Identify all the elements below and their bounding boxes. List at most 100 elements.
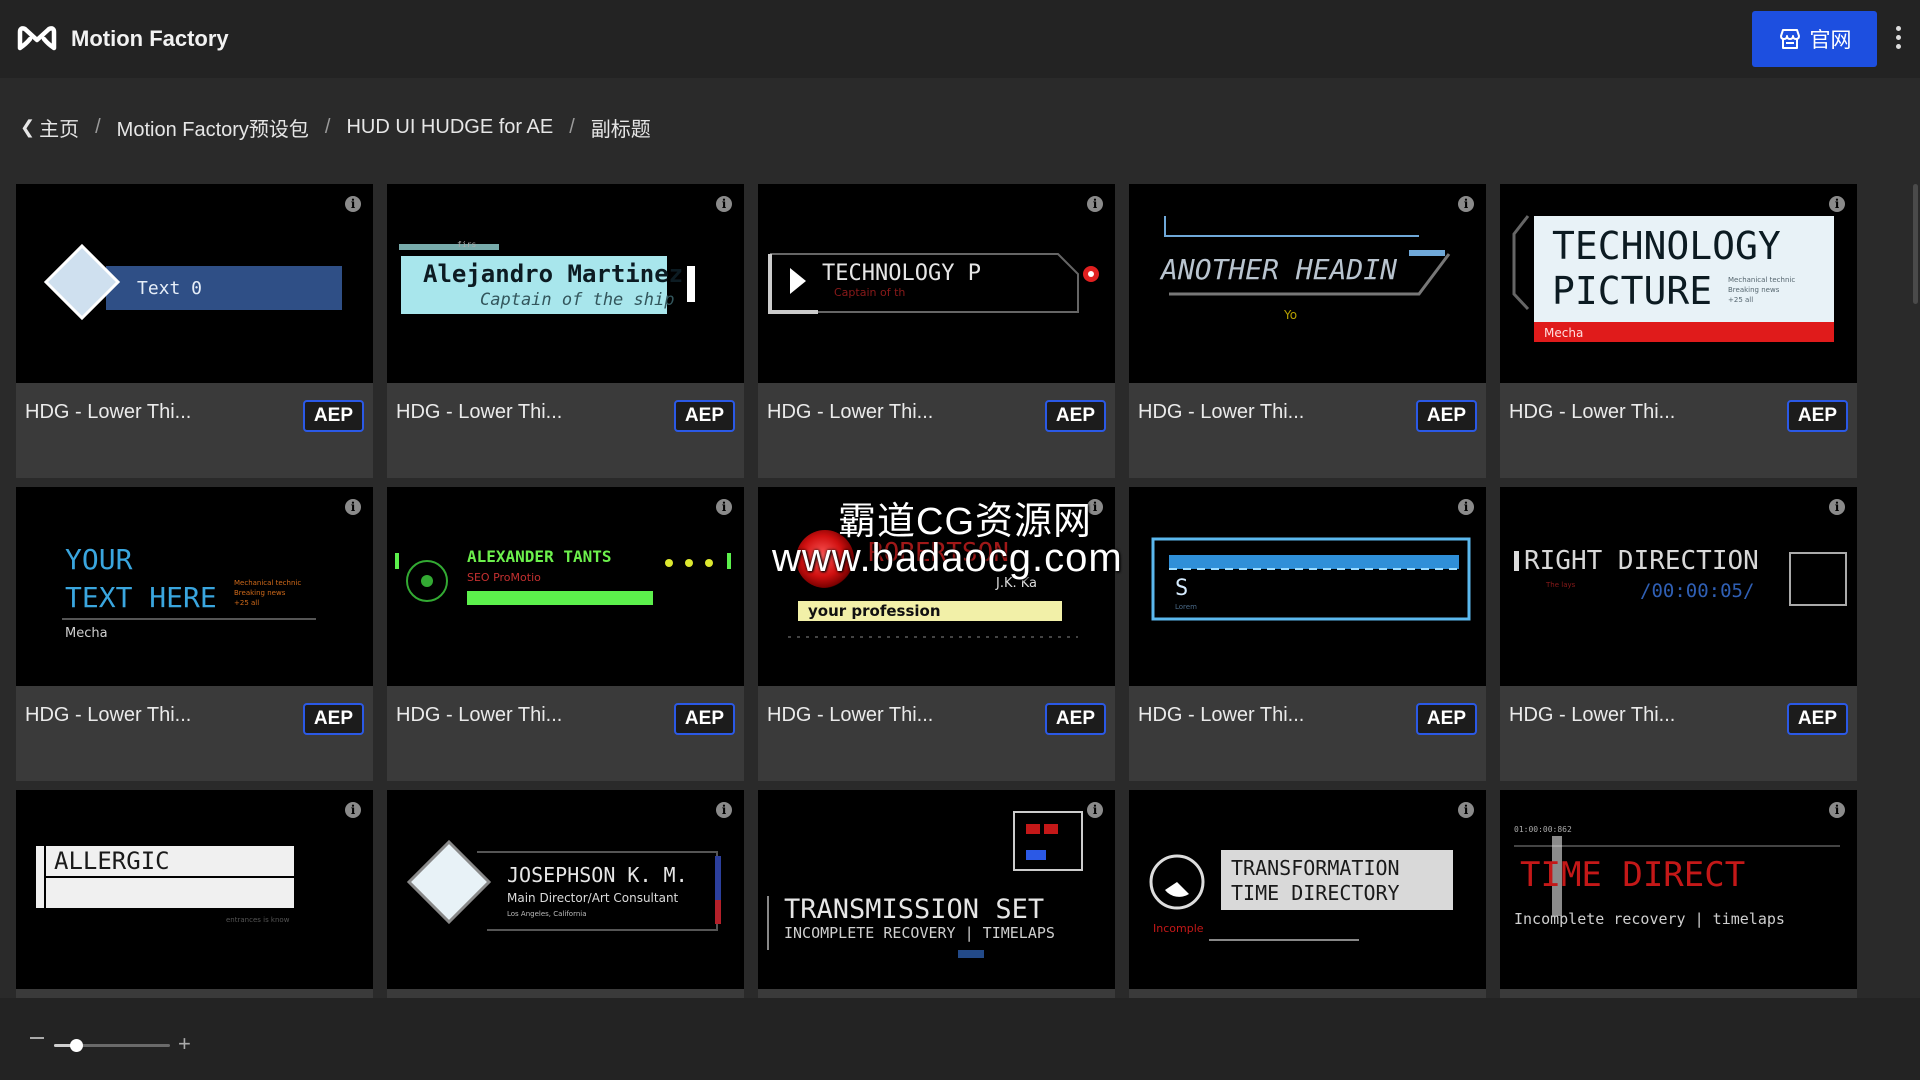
preview-text: Incomple — [1153, 922, 1204, 935]
info-icon[interactable]: i — [1087, 196, 1103, 212]
preview-text: Yo — [1283, 308, 1297, 322]
preset-thumbnail[interactable]: TECHNOLOGY P Captain of th — [758, 184, 1115, 383]
card-title: HDG - Lower Thi... — [767, 401, 934, 423]
preset-thumbnail[interactable]: RIGHT DIRECTION /00:00:05/ The lays — [1500, 487, 1857, 686]
preview-text: RIGHT DIRECTION — [1524, 546, 1759, 576]
preset-card[interactable]: JOSEPHSON K. M. Main Director/Art Consul… — [387, 790, 744, 998]
card-title: HDG - Lower Thi... — [1138, 401, 1305, 423]
preset-card[interactable]: firs Alejandro Martinez Captain of the s… — [387, 184, 744, 478]
preview-text: Lorem — [1175, 603, 1197, 611]
format-badge: AEP — [673, 400, 735, 432]
preset-thumbnail[interactable]: ANOTHER HEADIN Yo — [1129, 184, 1486, 383]
preset-thumbnail[interactable]: YOUR TEXT HERE Mechanical technic Breaki… — [16, 487, 373, 686]
info-icon[interactable]: i — [1458, 196, 1474, 212]
preset-card[interactable]: ALEXANDER TANTS SEO ProMotio i HDG - Low… — [387, 487, 744, 781]
info-icon[interactable]: i — [716, 196, 732, 212]
format-badge: AEP — [673, 703, 735, 735]
preset-card[interactable]: TRANSMISSION SET INCOMPLETE RECOVERY | T… — [758, 790, 1115, 998]
store-icon — [1779, 29, 1800, 49]
info-icon[interactable]: i — [1829, 802, 1845, 818]
info-icon[interactable]: i — [1087, 499, 1103, 515]
preset-card[interactable]: TECHNOLOGY PICTURE Mechanical technic Br… — [1500, 184, 1857, 478]
preview-text: Breaking news — [234, 589, 286, 597]
preset-card[interactable]: ALLERGIC entrances is know i — [16, 790, 373, 998]
breadcrumb-separator: / — [569, 115, 575, 138]
preset-grid: Text 0 i HDG - Lower Thi... AEP firs Ale… — [16, 184, 1858, 998]
preview-text: Alejandro Martinez — [423, 260, 683, 288]
preset-thumbnail[interactable]: TRANSFORMATION TIME DIRECTORY Incomple — [1129, 790, 1486, 989]
preset-thumbnail[interactable]: ALEXANDER TANTS SEO ProMotio — [387, 487, 744, 686]
preset-card[interactable]: S Lorem i HDG - Lower Thi... AEP — [1129, 487, 1486, 781]
preview-text: TECHNOLOGY P — [822, 261, 981, 286]
info-icon[interactable]: i — [1829, 196, 1845, 212]
kebab-menu-icon[interactable] — [1892, 26, 1904, 52]
breadcrumb-current: 副标题 — [590, 118, 651, 141]
preset-card[interactable]: TRANSFORMATION TIME DIRECTORY Incomple i — [1129, 790, 1486, 998]
preview-text: ROBERTSON — [868, 538, 1009, 568]
bottom-bar — [0, 998, 1920, 1080]
preset-card[interactable]: YOUR TEXT HERE Mechanical technic Breaki… — [16, 487, 373, 781]
info-icon[interactable]: i — [1458, 802, 1474, 818]
preset-card[interactable]: ROBERTSON J.K. Ka your profession i HDG … — [758, 487, 1115, 781]
preview-text: SEO ProMotio — [467, 571, 541, 584]
preview-text: your profession — [808, 602, 941, 620]
card-title: HDG - Lower Thi... — [767, 704, 934, 726]
preview-text: Mecha — [1544, 326, 1583, 340]
info-icon[interactable]: i — [345, 499, 361, 515]
preview-text: Mechanical technic — [234, 579, 301, 587]
grid-scrollbar[interactable] — [1913, 184, 1918, 304]
preset-card[interactable]: Text 0 i HDG - Lower Thi... AEP — [16, 184, 373, 478]
breadcrumb-hud-ui[interactable]: HUD UI HUDGE for AE — [346, 116, 553, 139]
info-icon[interactable]: i — [1458, 499, 1474, 515]
zoom-slider[interactable] — [54, 1039, 170, 1052]
preview-text: The lays — [1545, 581, 1576, 589]
zoom-slider-handle[interactable] — [70, 1039, 84, 1052]
preview-text: TECHNOLOGY — [1552, 224, 1781, 268]
preset-thumbnail[interactable]: 01:00:00:862 TIME DIRECT Incomplete reco… — [1500, 790, 1857, 989]
preview-text: Mecha — [65, 626, 108, 641]
minus-icon[interactable] — [30, 1037, 44, 1039]
breadcrumb-separator: / — [95, 115, 101, 138]
preset-thumbnail[interactable]: Text 0 — [16, 184, 373, 383]
format-badge: AEP — [1786, 400, 1848, 432]
format-badge: AEP — [1044, 703, 1106, 735]
preset-card[interactable]: RIGHT DIRECTION /00:00:05/ The lays i HD… — [1500, 487, 1857, 781]
preview-text: TRANSMISSION SET — [784, 894, 1044, 925]
info-icon[interactable]: i — [716, 499, 732, 515]
preset-card[interactable]: TECHNOLOGY P Captain of th i HDG - Lower… — [758, 184, 1115, 478]
preset-card[interactable]: ANOTHER HEADIN Yo i HDG - Lower Thi... A… — [1129, 184, 1486, 478]
preview-text: TIME DIRECTORY — [1231, 881, 1400, 905]
preview-text: PICTURE — [1552, 269, 1712, 313]
format-badge: AEP — [1786, 703, 1848, 735]
preview-text: JOSEPHSON K. M. — [507, 863, 688, 887]
preview-text: 01:00:00:862 — [1514, 825, 1572, 834]
preview-text: Incomplete recovery | timelaps — [1514, 910, 1785, 928]
format-badge: AEP — [1044, 400, 1106, 432]
info-icon[interactable]: i — [1087, 802, 1103, 818]
info-icon[interactable]: i — [345, 196, 361, 212]
info-icon[interactable]: i — [1829, 499, 1845, 515]
preset-thumbnail[interactable]: JOSEPHSON K. M. Main Director/Art Consul… — [387, 790, 744, 989]
preset-thumbnail[interactable]: TECHNOLOGY PICTURE Mechanical technic Br… — [1500, 184, 1857, 383]
preview-text: Mechanical technic — [1728, 276, 1795, 284]
preset-thumbnail[interactable]: ROBERTSON J.K. Ka your profession — [758, 487, 1115, 686]
preview-text: firs — [457, 240, 476, 249]
card-title: HDG - Lower Thi... — [1138, 704, 1305, 726]
preset-thumbnail[interactable]: ALLERGIC entrances is know — [16, 790, 373, 989]
breadcrumb-preset-pack[interactable]: Motion Factory预设包 — [117, 113, 309, 142]
preset-card[interactable]: 01:00:00:862 TIME DIRECT Incomplete reco… — [1500, 790, 1857, 998]
info-icon[interactable]: i — [716, 802, 732, 818]
preset-thumbnail[interactable]: firs Alejandro Martinez Captain of the s… — [387, 184, 744, 383]
chevron-left-icon[interactable]: ❮ — [20, 117, 35, 138]
card-title: HDG - Lower Thi... — [396, 704, 563, 726]
info-icon[interactable]: i — [345, 802, 361, 818]
preset-thumbnail[interactable]: TRANSMISSION SET INCOMPLETE RECOVERY | T… — [758, 790, 1115, 989]
preview-text: Text 0 — [137, 278, 202, 299]
preview-text: YOUR — [65, 543, 133, 576]
top-bar: Motion Factory 官网 — [0, 0, 1920, 78]
preset-thumbnail[interactable]: S Lorem — [1129, 487, 1486, 686]
official-site-button[interactable]: 官网 — [1752, 11, 1877, 67]
mf-logo-icon — [17, 26, 57, 51]
plus-icon[interactable]: + — [178, 1031, 191, 1057]
breadcrumb-home[interactable]: 主页 — [39, 113, 79, 142]
